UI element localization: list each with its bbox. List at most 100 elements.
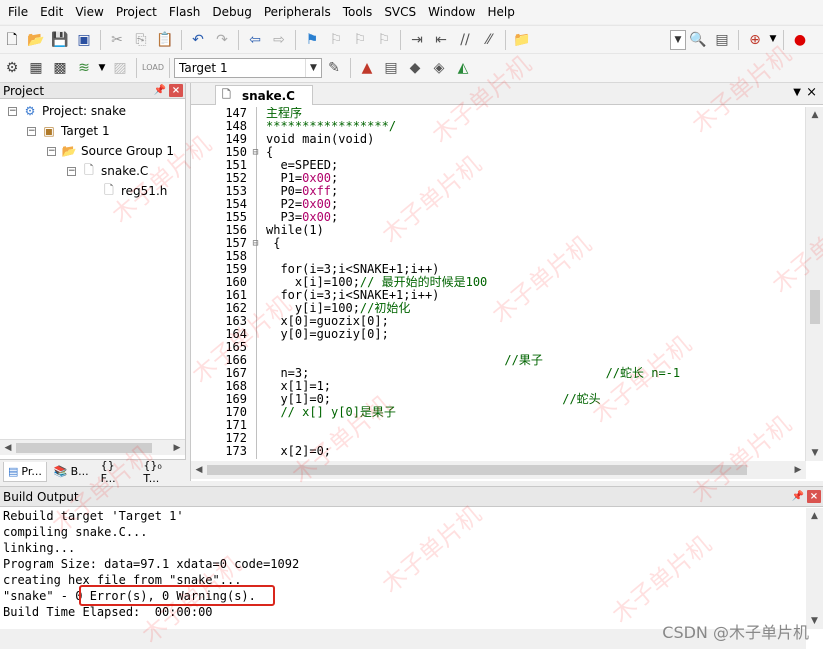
- save-icon[interactable]: 💾: [49, 29, 71, 51]
- menu-window[interactable]: Window: [422, 0, 481, 24]
- pin-icon[interactable]: 📌: [153, 84, 167, 97]
- scroll-up-icon[interactable]: ▲: [806, 508, 823, 524]
- scroll-down-icon[interactable]: ▼: [806, 445, 823, 461]
- menu-view[interactable]: View: [69, 0, 109, 24]
- tab-books[interactable]: 📚 B...: [49, 462, 94, 482]
- scroll-up-icon[interactable]: ▲: [806, 107, 823, 123]
- new-file-icon[interactable]: 🗋: [1, 29, 23, 51]
- collapse-icon[interactable]: −: [47, 146, 56, 156]
- fold-toggle-icon[interactable]: ⊟: [251, 237, 260, 250]
- code-line[interactable]: 170 // x[] y[0]是果子: [191, 406, 802, 419]
- code-line[interactable]: 171: [191, 419, 802, 432]
- select-packs-icon[interactable]: ◆: [404, 57, 426, 79]
- batch-build-icon[interactable]: ≋: [73, 57, 95, 79]
- scroll-right-icon[interactable]: ▶: [790, 462, 806, 478]
- nav-back-icon[interactable]: ⇦: [244, 29, 266, 51]
- build-icon[interactable]: ▦: [25, 57, 47, 79]
- number-literal: 0x00: [302, 171, 332, 185]
- menu-svcs[interactable]: SVCS: [378, 0, 422, 24]
- tree-item-file[interactable]: − 🗋 snake.C: [67, 161, 148, 181]
- menu-edit[interactable]: Edit: [34, 0, 69, 24]
- stop-build-icon[interactable]: ▨: [109, 57, 131, 79]
- editor-vertical-scrollbar[interactable]: ▲ ▼: [805, 107, 823, 461]
- collapse-icon[interactable]: −: [8, 106, 17, 116]
- cut-icon[interactable]: ✂: [106, 29, 128, 51]
- scroll-track[interactable]: [16, 440, 169, 456]
- menu-tools[interactable]: Tools: [337, 0, 379, 24]
- undo-icon[interactable]: ↶: [187, 29, 209, 51]
- line-number: 173: [225, 444, 247, 458]
- rebuild-icon[interactable]: ▩: [49, 57, 71, 79]
- menu-help[interactable]: Help: [481, 0, 520, 24]
- build-vertical-scrollbar[interactable]: ▲ ▼: [806, 508, 823, 629]
- uncomment-icon[interactable]: ⁄⁄: [478, 29, 500, 51]
- paste-icon[interactable]: 📋: [154, 29, 176, 51]
- indent-icon[interactable]: ⇥: [406, 29, 428, 51]
- fold-toggle-icon[interactable]: ⊟: [251, 146, 260, 159]
- scroll-thumb[interactable]: [207, 465, 747, 475]
- bookmark-next-icon[interactable]: ⚐: [349, 29, 371, 51]
- scroll-left-icon[interactable]: ◀: [191, 462, 207, 478]
- tab-project[interactable]: ▤ Pr...: [3, 461, 47, 482]
- incremental-find-icon[interactable]: ▤: [711, 29, 733, 51]
- target-options-icon[interactable]: ✎: [323, 57, 345, 79]
- scroll-thumb[interactable]: [16, 442, 152, 453]
- code-area[interactable]: 147 主程序 148 *****************/149 void main(…: [191, 107, 802, 459]
- menu-debug[interactable]: Debug: [206, 0, 257, 24]
- scroll-track[interactable]: [207, 462, 790, 478]
- runtime-env-icon[interactable]: ◈: [428, 57, 450, 79]
- bookmark-prev-icon[interactable]: ⚐: [325, 29, 347, 51]
- manage-components-icon[interactable]: ▲: [356, 57, 378, 79]
- download-load-icon[interactable]: LOAD: [142, 57, 164, 79]
- find-icon[interactable]: 🔍: [687, 29, 709, 51]
- breakpoint-icon[interactable]: ●: [789, 29, 811, 51]
- tree-item-target[interactable]: − ▣ Target 1: [27, 121, 110, 141]
- open-folder-icon[interactable]: 📂: [25, 29, 47, 51]
- scroll-left-icon[interactable]: ◀: [0, 440, 16, 456]
- nav-forward-icon[interactable]: ⇨: [268, 29, 290, 51]
- collapse-icon[interactable]: −: [67, 166, 76, 176]
- chevron-down-icon[interactable]: ▼: [97, 57, 107, 79]
- tree-item-include[interactable]: 🗋 reg51.h: [101, 181, 167, 201]
- project-horizontal-scrollbar[interactable]: ◀ ▶: [0, 439, 185, 455]
- menu-flash[interactable]: Flash: [163, 0, 206, 24]
- translate-icon[interactable]: ⚙: [1, 57, 23, 79]
- code-line[interactable]: 156 while(1): [191, 224, 802, 237]
- code-line[interactable]: 173 x[2]=0;: [191, 445, 802, 458]
- pin-icon[interactable]: 📌: [791, 490, 805, 503]
- close-icon[interactable]: ×: [807, 490, 821, 503]
- code-line[interactable]: 149 void main(void): [191, 133, 802, 146]
- pack-installer-icon[interactable]: ◭: [452, 57, 474, 79]
- collapse-icon[interactable]: −: [27, 126, 36, 136]
- tree-item-source-group[interactable]: − 📂 Source Group 1: [47, 141, 174, 161]
- code-line[interactable]: 157 ⊟ {: [191, 237, 802, 250]
- copy-icon[interactable]: ⎘: [130, 29, 152, 51]
- find-combo[interactable]: ▼: [670, 29, 686, 50]
- tab-functions[interactable]: {} F...: [96, 459, 137, 485]
- manage-project-icon[interactable]: ▤: [380, 57, 402, 79]
- comment-icon[interactable]: //: [454, 29, 476, 51]
- debug-session-icon[interactable]: ⊕: [744, 29, 766, 51]
- target-select[interactable]: Target 1 ▼: [174, 58, 322, 78]
- scroll-thumb[interactable]: [810, 290, 820, 324]
- find-in-files-icon[interactable]: 📁: [511, 29, 533, 51]
- scroll-right-icon[interactable]: ▶: [169, 440, 185, 456]
- code-line[interactable]: 164 y[0]=guoziy[0];: [191, 328, 802, 341]
- close-icon[interactable]: ×: [169, 84, 183, 97]
- close-icon[interactable]: ×: [806, 85, 817, 100]
- menu-file[interactable]: File: [2, 0, 34, 24]
- unindent-icon[interactable]: ⇤: [430, 29, 452, 51]
- save-all-icon[interactable]: ▣: [73, 29, 95, 51]
- menu-project[interactable]: Project: [110, 0, 163, 24]
- tab-templates[interactable]: {}₀ T...: [138, 459, 184, 485]
- bookmark-icon[interactable]: ⚑: [301, 29, 323, 51]
- tree-item-project[interactable]: − ⚙ Project: snake: [8, 101, 126, 121]
- chevron-down-icon[interactable]: ▼: [793, 87, 801, 98]
- redo-icon[interactable]: ↷: [211, 29, 233, 51]
- build-output-text[interactable]: Rebuild target 'Target 1' compiling snake…: [0, 508, 806, 629]
- tab-snake-c[interactable]: 🗋 snake.C: [215, 85, 313, 105]
- editor-horizontal-scrollbar[interactable]: ◀ ▶: [191, 461, 806, 479]
- menu-peripherals[interactable]: Peripherals: [258, 0, 337, 24]
- chevron-down-icon[interactable]: ▼: [768, 29, 778, 51]
- bookmark-clear-icon[interactable]: ⚐: [373, 29, 395, 51]
